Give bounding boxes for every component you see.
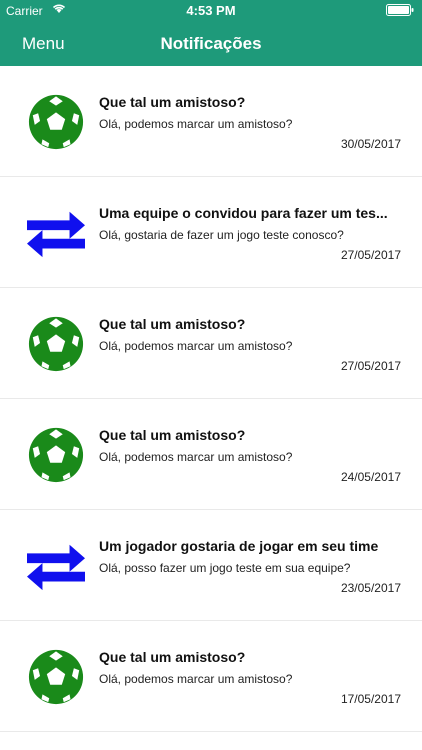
soccer-ball-icon [27,315,85,373]
soccer-ball-icon [27,93,85,151]
notification-row[interactable]: Que tal um amistoso? Olá, podemos marcar … [0,66,422,177]
swap-arrows-icon [27,204,85,262]
notification-message: Olá, gostaria de fazer um jogo teste con… [99,228,344,242]
navigation-bar: Menu Notificações [0,22,422,66]
notification-message: Olá, podemos marcar um amistoso? [99,117,293,131]
battery-icon [386,4,414,16]
notification-title: Que tal um amistoso? [99,649,246,665]
notification-date: 27/05/2017 [340,248,401,262]
notification-title: Uma equipe o convidou para fazer um tes.… [99,205,388,221]
notification-row[interactable]: Um jogador gostaria de jogar em seu time… [0,510,422,621]
page-title: Notificações [160,34,262,53]
notification-date: 30/05/2017 [340,137,401,151]
notification-date: 17/05/2017 [340,692,401,706]
soccer-ball-icon [27,426,85,484]
soccer-ball-icon [27,648,85,706]
notification-date: 23/05/2017 [340,581,401,595]
notification-message: Olá, podemos marcar um amistoso? [99,450,293,464]
notification-row[interactable]: Que tal um amistoso? Olá, podemos marcar … [0,621,422,732]
status-time: 4:53 PM [186,3,236,18]
app-header: Carrier 4:53 PM Menu Notificações [0,0,422,66]
notification-message: Olá, podemos marcar um amistoso? [99,672,293,686]
notification-message: Olá, podemos marcar um amistoso? [99,339,293,353]
notification-title: Que tal um amistoso? [99,427,246,443]
notification-title: Que tal um amistoso? [99,94,246,110]
notification-date: 27/05/2017 [340,359,401,373]
notification-title: Que tal um amistoso? [99,316,246,332]
notification-message: Olá, posso fazer um jogo teste em sua eq… [99,561,351,575]
notification-title: Um jogador gostaria de jogar em seu time [99,538,379,554]
notification-row[interactable]: Uma equipe o convidou para fazer um tes.… [0,177,422,288]
status-bar: Carrier 4:53 PM [0,0,422,22]
notification-list: Que tal um amistoso? Olá, podemos marcar … [0,66,422,732]
notification-row[interactable]: Que tal um amistoso? Olá, podemos marcar … [0,399,422,510]
notification-row[interactable]: Que tal um amistoso? Olá, podemos marcar … [0,288,422,399]
swap-arrows-icon [27,537,85,595]
notification-date: 24/05/2017 [340,470,401,484]
